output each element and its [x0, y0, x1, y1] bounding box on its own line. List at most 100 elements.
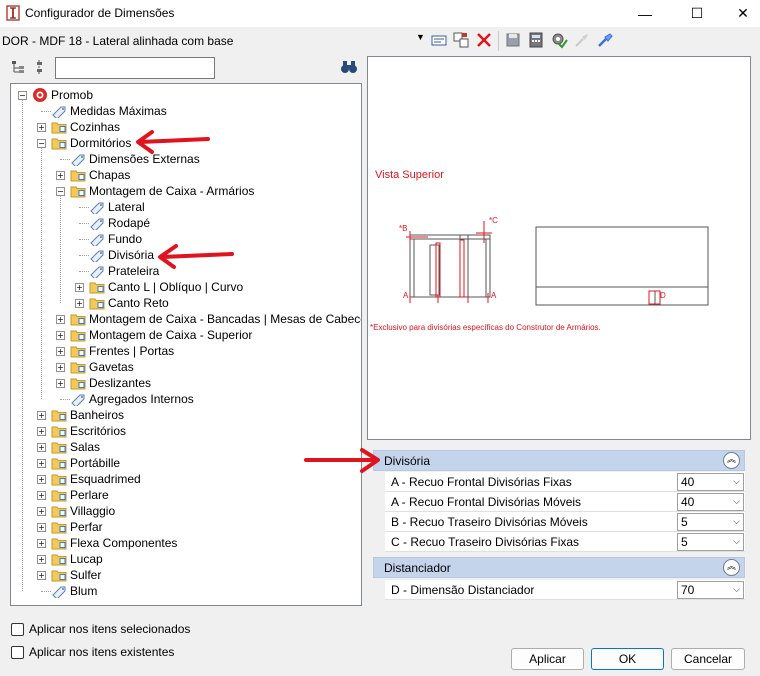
save-icon[interactable]: [504, 31, 522, 49]
tree-item[interactable]: + Portábille: [11, 455, 351, 471]
tree-item[interactable]: + Salas: [11, 439, 351, 455]
tree-collapse-icon[interactable]: [34, 59, 48, 75]
tree-item[interactable]: + Deslizantes: [11, 375, 351, 391]
prop-value-combo[interactable]: 5 ⌵: [677, 533, 744, 551]
prop-value-combo[interactable]: 40 ⌵: [677, 493, 744, 511]
collapse-tree-icon[interactable]: −: [37, 139, 46, 148]
tree-item[interactable]: + Villaggio: [11, 503, 351, 519]
expand-icon[interactable]: +: [56, 331, 65, 340]
maximize-button[interactable]: ☐: [674, 0, 720, 27]
expand-icon[interactable]: +: [37, 571, 46, 580]
expand-icon[interactable]: +: [37, 539, 46, 548]
expand-icon[interactable]: +: [37, 123, 46, 132]
prop-value-combo[interactable]: 5 ⌵: [677, 513, 744, 531]
folder-icon: [51, 441, 67, 454]
marker-a-right: A: [491, 291, 497, 300]
folder-icon: [51, 521, 67, 534]
folder-icon: [51, 553, 67, 566]
expand-icon[interactable]: +: [75, 283, 84, 292]
copy-config-icon[interactable]: [452, 31, 470, 49]
search-input[interactable]: [55, 57, 215, 79]
prop-value-combo[interactable]: 70 ⌵: [677, 581, 744, 599]
binoculars-icon[interactable]: [340, 60, 358, 74]
collapse-tree-icon[interactable]: −: [18, 91, 27, 100]
expand-icon[interactable]: +: [37, 427, 46, 436]
folder-icon: [89, 281, 105, 294]
ok-button[interactable]: OK: [591, 648, 664, 670]
tree-item[interactable]: + Montagem de Caixa - Superior: [11, 327, 351, 343]
tree-item[interactable]: + Montagem de Caixa - Bancadas | Mesas de…: [11, 311, 361, 327]
group-header-distanciador[interactable]: Distanciador ︽: [373, 557, 745, 578]
cancel-button[interactable]: Cancelar: [671, 648, 745, 670]
gear-check-icon[interactable]: [550, 31, 568, 49]
expand-icon[interactable]: +: [37, 443, 46, 452]
expand-icon[interactable]: +: [37, 555, 46, 564]
apply-selected-option[interactable]: Aplicar nos itens selecionados: [11, 621, 190, 637]
chevron-down-icon: ⌵: [733, 584, 740, 594]
tree-item-label: Canto L | Oblíquo | Curvo: [108, 280, 244, 294]
tree-item[interactable]: Agregados Internos: [11, 391, 351, 408]
minimize-button[interactable]: —: [622, 0, 668, 27]
expand-icon[interactable]: +: [37, 459, 46, 468]
tree-item[interactable]: + Canto Reto: [11, 295, 351, 311]
tree-item[interactable]: − Promob: [11, 87, 351, 103]
expand-icon[interactable]: +: [56, 347, 65, 356]
tree-item[interactable]: + Esquadrimed: [11, 471, 351, 487]
tree-item-label: Chapas: [89, 168, 131, 182]
tree-item[interactable]: + Perfar: [11, 519, 351, 535]
link-icon[interactable]: [573, 31, 591, 49]
list-edit-icon[interactable]: [430, 31, 448, 49]
calculator-icon[interactable]: [527, 31, 545, 49]
apply-button[interactable]: Aplicar: [511, 648, 584, 670]
expand-icon[interactable]: +: [75, 299, 84, 308]
expand-icon[interactable]: +: [37, 523, 46, 532]
tree-item[interactable]: Blum: [11, 583, 351, 600]
apply-selected-checkbox[interactable]: [11, 622, 24, 636]
collapse-icon[interactable]: ︽: [723, 559, 740, 576]
expand-icon[interactable]: +: [56, 315, 65, 324]
dimension-tag-icon: [89, 264, 105, 280]
profile-combo[interactable]: DOR - MDF 18 - Lateral alinhada com base: [0, 31, 428, 51]
tree-item[interactable]: + Escritórios: [11, 423, 351, 439]
tree-item[interactable]: + Banheiros: [11, 407, 351, 423]
prop-row: A - Recuo Frontal Divisórias Fixas 40 ⌵: [385, 472, 745, 492]
tools-icon[interactable]: [596, 31, 614, 49]
expand-icon[interactable]: +: [37, 491, 46, 500]
collapse-tree-icon[interactable]: −: [56, 187, 65, 196]
tree-item-label: Medidas Máximas: [70, 104, 167, 118]
close-button[interactable]: ✕: [720, 0, 760, 27]
expand-icon[interactable]: +: [37, 507, 46, 516]
tree-item[interactable]: + Frentes | Portas: [11, 343, 351, 359]
expand-icon[interactable]: +: [56, 379, 65, 388]
chevron-down-icon[interactable]: ▼: [416, 32, 425, 42]
collapse-icon[interactable]: ︽: [723, 452, 740, 469]
expand-icon[interactable]: +: [56, 363, 65, 372]
tree-item[interactable]: − Montagem de Caixa - Armários: [11, 183, 351, 199]
tree-item[interactable]: + Sulfer: [11, 567, 351, 583]
tree-item[interactable]: + Gavetas: [11, 359, 351, 375]
expand-icon[interactable]: +: [56, 171, 65, 180]
expand-icon[interactable]: +: [37, 411, 46, 420]
tree-item[interactable]: + Canto L | Oblíquo | Curvo: [11, 279, 351, 295]
tree-item[interactable]: Rodapé: [11, 215, 351, 232]
tree-item-label: Lucap: [70, 552, 103, 566]
tree-item[interactable]: Lateral: [11, 199, 351, 216]
tree-item[interactable]: + Lucap: [11, 551, 351, 567]
expand-icon[interactable]: +: [37, 475, 46, 484]
tree-item-label: Promob: [51, 88, 94, 102]
tree-item-label: Dormitórios: [70, 136, 132, 150]
folder-icon: [70, 345, 86, 358]
delete-icon[interactable]: [475, 31, 493, 49]
apply-existing-checkbox[interactable]: [11, 645, 24, 659]
prop-value-combo[interactable]: 40 ⌵: [677, 473, 744, 491]
tree-item[interactable]: + Chapas: [11, 167, 351, 183]
tree-item[interactable]: + Perlare: [11, 487, 351, 503]
view-label: Vista Superior: [375, 169, 444, 181]
prop-row: B - Recuo Traseiro Divisórias Móveis 5 ⌵: [385, 512, 745, 532]
category-tree[interactable]: − Promob Medidas Máximas + Cozinhas − Dormitór…: [10, 83, 362, 606]
tree-expand-icon[interactable]: [10, 59, 26, 75]
tree-item[interactable]: + Flexa Componentes: [11, 535, 351, 551]
apply-existing-option[interactable]: Aplicar nos itens existentes: [11, 644, 174, 660]
tree-item[interactable]: Medidas Máximas: [11, 103, 351, 120]
group-header-divisoria[interactable]: Divisória ︽: [373, 450, 745, 471]
